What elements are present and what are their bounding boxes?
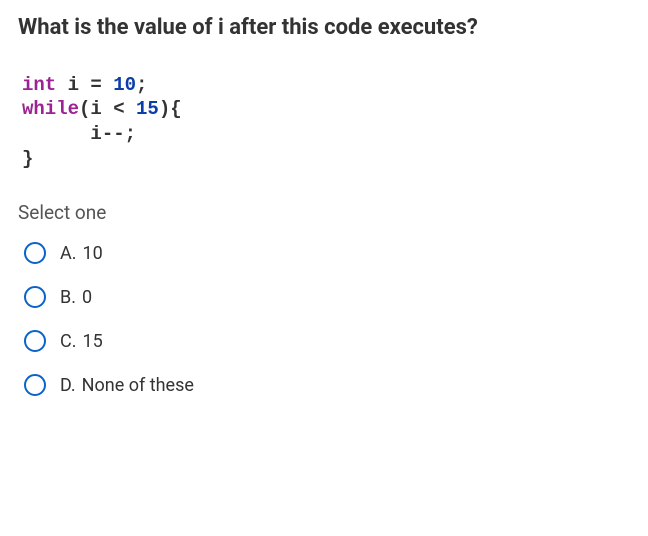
code-number: 15 <box>136 98 159 120</box>
radio-icon <box>24 286 46 308</box>
option-value: None of these <box>82 375 194 396</box>
code-keyword: while <box>22 98 79 120</box>
code-number: 10 <box>113 74 136 96</box>
option-c[interactable]: C. 15 <box>24 330 630 352</box>
option-text: D. None of these <box>60 375 194 396</box>
option-letter: D. <box>60 375 76 396</box>
option-text: A. 10 <box>60 243 103 264</box>
code-block: int i = 10; while(i < 15){ i--; } <box>18 73 630 172</box>
option-letter: C. <box>60 331 76 352</box>
code-text: (i < <box>79 98 136 120</box>
option-a[interactable]: A. 10 <box>24 242 630 264</box>
radio-icon <box>24 330 46 352</box>
code-text: i = <box>56 74 113 96</box>
code-line-4: } <box>22 147 630 172</box>
option-text: B. 0 <box>60 287 92 308</box>
option-letter: A. <box>60 243 77 264</box>
code-text: ){ <box>159 98 182 120</box>
code-text: ; <box>136 74 147 96</box>
question-title: What is the value of i after this code e… <box>18 14 630 43</box>
code-line-2: while(i < 15){ <box>22 97 630 122</box>
code-line-1: int i = 10; <box>22 73 630 98</box>
radio-icon <box>24 374 46 396</box>
radio-icon <box>24 242 46 264</box>
option-text: C. 15 <box>60 331 103 352</box>
option-b[interactable]: B. 0 <box>24 286 630 308</box>
option-d[interactable]: D. None of these <box>24 374 630 396</box>
option-letter: B. <box>60 287 76 308</box>
code-keyword: int <box>22 74 56 96</box>
option-value: 0 <box>82 287 92 308</box>
code-line-3: i--; <box>22 122 630 147</box>
option-value: 10 <box>83 243 103 264</box>
options-group: A. 10 B. 0 C. 15 D. None of these <box>18 242 630 396</box>
option-value: 15 <box>82 331 102 352</box>
select-prompt: Select one <box>18 201 630 224</box>
